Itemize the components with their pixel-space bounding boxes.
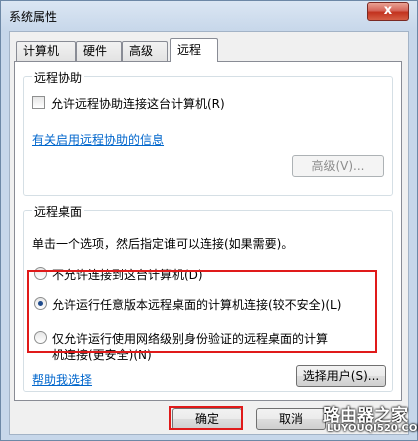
annotation-highlight-ok — [169, 406, 243, 430]
site-watermark: 路由器之家 LUYOUQI520.COM — [321, 401, 418, 441]
system-properties-window: 系统属性 x 计算机名 硬件 高级 远程 远程协助 允许远程协助连接这台计算机(… — [0, 0, 418, 441]
remote-desktop-instruction: 单击一个选项，然后指定谁可以连接(如果需要)。 — [32, 237, 294, 251]
allow-remote-assistance-label[interactable]: 允许远程协助连接这台计算机(R) — [51, 95, 225, 112]
tab-hardware[interactable]: 硬件 — [76, 41, 122, 61]
help-me-choose-link[interactable]: 帮助我选择 — [32, 371, 92, 388]
remote-assistance-info-link[interactable]: 有关启用远程协助的信息 — [32, 131, 164, 148]
select-users-button[interactable]: 选择用户(S)... — [296, 365, 386, 387]
remote-desktop-title: 远程桌面 — [32, 203, 85, 220]
annotation-highlight-options — [27, 270, 377, 353]
close-icon: x — [383, 3, 393, 18]
dialog-client-area: 计算机名 硬件 高级 远程 远程协助 允许远程协助连接这台计算机(R) 有关启用… — [9, 31, 409, 435]
window-title: 系统属性 — [9, 10, 58, 24]
watermark-line2: LUYOUQI520.COM — [327, 423, 418, 434]
tab-advanced[interactable]: 高级 — [122, 41, 168, 61]
allow-remote-assistance-checkbox[interactable] — [32, 96, 45, 109]
advanced-button[interactable]: 高级(V)... — [292, 155, 384, 177]
tab-computer-name[interactable]: 计算机名 — [16, 41, 76, 77]
cancel-button[interactable]: 取消 — [256, 408, 326, 430]
title-bar[interactable]: 系统属性 x — [1, 1, 417, 31]
remote-assistance-title: 远程协助 — [32, 69, 85, 86]
remote-assistance-group: 远程协助 允许远程协助连接这台计算机(R) 有关启用远程协助的信息 高级(V).… — [23, 69, 393, 196]
close-button[interactable]: x — [367, 2, 409, 21]
tab-remote[interactable]: 远程 — [170, 38, 218, 62]
